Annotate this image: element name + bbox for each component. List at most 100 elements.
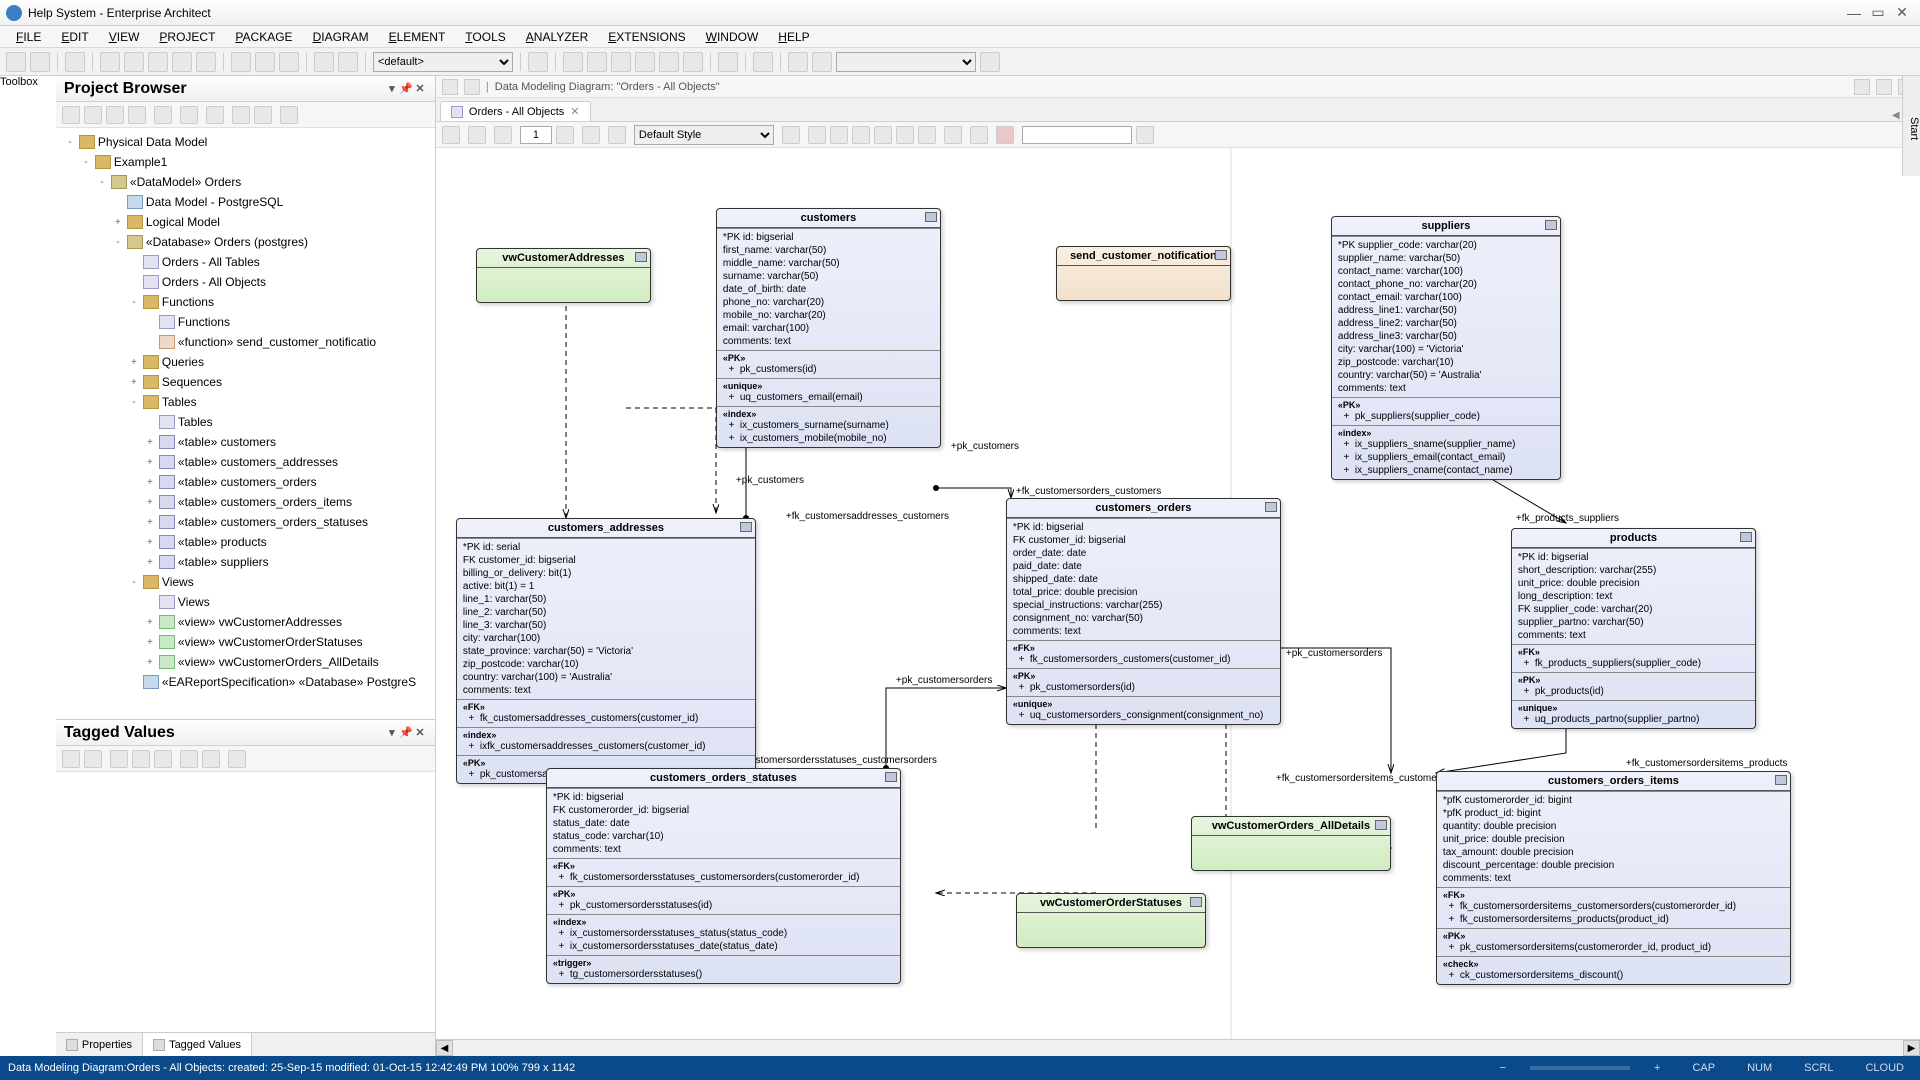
diagram-search-input[interactable] (1022, 126, 1132, 144)
tree-item[interactable]: Orders - All Tables (56, 252, 435, 272)
tool-button[interactable] (635, 52, 655, 72)
tree-item[interactable]: Orders - All Objects (56, 272, 435, 292)
tree-item[interactable]: Views (56, 592, 435, 612)
save-button[interactable] (65, 52, 85, 72)
zoom-fit-button[interactable] (338, 52, 358, 72)
entity-suppliers[interactable]: suppliers*PK supplier_code: varchar(20) … (1331, 216, 1561, 480)
menu-view[interactable]: VIEW (99, 30, 150, 44)
tab-close-button[interactable]: ✕ (570, 105, 579, 118)
tagged-tool[interactable] (228, 750, 246, 768)
tool-button[interactable] (563, 52, 583, 72)
diagram-tool[interactable] (494, 126, 512, 144)
diagram-tool[interactable] (582, 126, 600, 144)
page-input[interactable] (520, 126, 552, 144)
delete-button[interactable] (996, 126, 1014, 144)
entity-vwCustomerOrderStatuses[interactable]: vwCustomerOrderStatuses (1016, 893, 1206, 948)
menu-project[interactable]: PROJECT (149, 30, 225, 44)
entity-vwCustomerAddresses[interactable]: vwCustomerAddresses (476, 248, 651, 303)
tool-button[interactable] (718, 52, 738, 72)
minimize-button[interactable]: — (1842, 5, 1866, 21)
tree-item[interactable]: -Views (56, 572, 435, 592)
diagram-tool[interactable] (944, 126, 962, 144)
entity-customers_orders_statuses[interactable]: customers_orders_statuses*PK id: bigseri… (546, 768, 901, 984)
new-button[interactable] (6, 52, 26, 72)
browser-tool[interactable] (62, 106, 80, 124)
diagram-canvas[interactable]: +pk_customers +fk_customersaddresses_cus… (436, 148, 1920, 1039)
tree-item[interactable]: «EAReportSpecification» «Database» Postg… (56, 672, 435, 692)
zoom-button[interactable] (314, 52, 334, 72)
print-button[interactable] (279, 52, 299, 72)
diagram-tool[interactable] (608, 126, 626, 144)
properties-tab[interactable]: Properties (56, 1033, 143, 1056)
tree-item[interactable]: -Functions (56, 292, 435, 312)
tree-item[interactable]: +«table» customers (56, 432, 435, 452)
entity-vwCustomerOrders_AllDetails[interactable]: vwCustomerOrders_AllDetails (1191, 816, 1391, 871)
tool-button[interactable] (980, 52, 1000, 72)
tree-item[interactable]: +«table» customers_orders_statuses (56, 512, 435, 532)
diagram-tool[interactable] (830, 126, 848, 144)
diagram-tool[interactable] (874, 126, 892, 144)
tree-item[interactable]: -«Database» Orders (postgres) (56, 232, 435, 252)
tool-button[interactable] (528, 52, 548, 72)
nav-tool-button[interactable] (464, 79, 480, 95)
tree-item[interactable]: Data Model - PostgreSQL (56, 192, 435, 212)
menu-file[interactable]: FILE (6, 30, 51, 44)
tree-item[interactable]: +«view» vwCustomerAddresses (56, 612, 435, 632)
tool-button[interactable] (587, 52, 607, 72)
tool-button[interactable] (788, 52, 808, 72)
entity-customers_orders_items[interactable]: customers_orders_items*pfK customerorder… (1436, 771, 1791, 985)
diagram-tool[interactable] (442, 126, 460, 144)
zoom-in-button[interactable]: + (1646, 1062, 1668, 1074)
menu-element[interactable]: ELEMENT (379, 30, 456, 44)
tagged-tool[interactable] (202, 750, 220, 768)
redo-button[interactable] (196, 52, 216, 72)
tool-button[interactable] (683, 52, 703, 72)
tagged-tool[interactable] (110, 750, 128, 768)
horizontal-scrollbar[interactable]: ◀▶ (436, 1039, 1920, 1056)
tagged-tool[interactable] (62, 750, 80, 768)
menu-window[interactable]: WINDOW (696, 30, 769, 44)
tool-button[interactable] (231, 52, 251, 72)
open-button[interactable] (30, 52, 50, 72)
tree-item[interactable]: +«view» vwCustomerOrderStatuses (56, 632, 435, 652)
browser-tool[interactable] (206, 106, 224, 124)
entity-products[interactable]: products*PK id: bigserial short_descript… (1511, 528, 1756, 729)
filter-button[interactable] (1136, 126, 1154, 144)
tagged-tool[interactable] (180, 750, 198, 768)
browser-tool[interactable] (106, 106, 124, 124)
tree-item[interactable]: -«DataModel» Orders (56, 172, 435, 192)
tree-item[interactable]: «function» send_customer_notificatio (56, 332, 435, 352)
copy-button[interactable] (124, 52, 144, 72)
diagram-tool[interactable] (918, 126, 936, 144)
tree-item[interactable]: +«table» customers_addresses (56, 452, 435, 472)
menu-tools[interactable]: TOOLS (455, 30, 515, 44)
menu-analyzer[interactable]: ANALYZER (516, 30, 598, 44)
browser-tool[interactable] (84, 106, 102, 124)
tree-item[interactable]: +«table» products (56, 532, 435, 552)
panel-close-button[interactable]: ✕ (413, 82, 427, 95)
menu-help[interactable]: HELP (768, 30, 819, 44)
nav-back-button[interactable] (442, 79, 458, 95)
zoom-out-button[interactable]: − (1492, 1062, 1514, 1074)
tree-item[interactable]: -Physical Data Model (56, 132, 435, 152)
crumb-tool[interactable] (1876, 79, 1892, 95)
diagram-tool[interactable] (852, 126, 870, 144)
crumb-tool[interactable] (1854, 79, 1870, 95)
menu-edit[interactable]: EDIT (51, 30, 98, 44)
tree-item[interactable]: +Sequences (56, 372, 435, 392)
tree-item[interactable]: -Tables (56, 392, 435, 412)
browser-tool[interactable] (128, 106, 146, 124)
tree-item[interactable]: +Logical Model (56, 212, 435, 232)
undo-button[interactable] (172, 52, 192, 72)
tree-item[interactable]: +Queries (56, 352, 435, 372)
tool-button[interactable] (255, 52, 275, 72)
tagged-tool[interactable] (132, 750, 150, 768)
menu-diagram[interactable]: DIAGRAM (303, 30, 379, 44)
diagram-tool[interactable] (896, 126, 914, 144)
tagged-tool[interactable] (84, 750, 102, 768)
tree-item[interactable]: +«table» suppliers (56, 552, 435, 572)
style-combo[interactable]: Default Style (634, 125, 774, 145)
paste-button[interactable] (148, 52, 168, 72)
tree-item[interactable]: Functions (56, 312, 435, 332)
maximize-button[interactable]: ▭ (1866, 4, 1890, 21)
